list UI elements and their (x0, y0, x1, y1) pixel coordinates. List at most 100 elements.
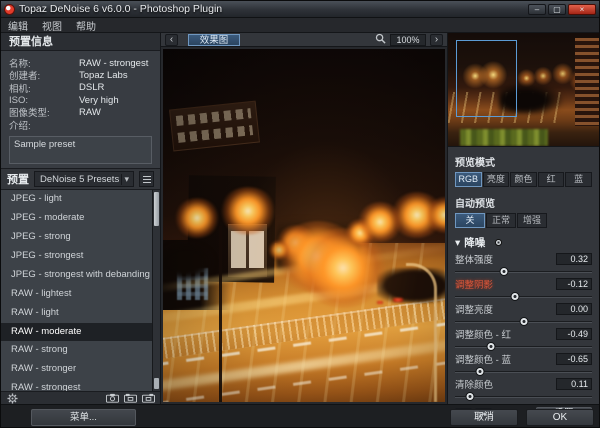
mode-brightness-button[interactable]: 亮度 (483, 172, 510, 187)
zoom-level-field[interactable]: 100% (390, 34, 426, 46)
auto-normal-button[interactable]: 正常 (486, 213, 516, 228)
slider-label: 调整亮度 (455, 302, 556, 316)
preview-mode-label: 预览模式 (455, 154, 592, 169)
slider-knob[interactable] (519, 317, 528, 326)
auto-preview-buttons: 关 正常 增强 (455, 213, 592, 228)
dropdown-value: DeNoise 5 Presets (40, 174, 121, 185)
result-view-tab[interactable]: 效果图 (188, 34, 240, 46)
preset-item[interactable]: JPEG - moderate (1, 209, 160, 228)
slider-track[interactable] (455, 371, 592, 373)
menu-bar: 编辑 视图 帮助 (1, 18, 599, 33)
preset-item[interactable]: JPEG - strong (1, 228, 160, 247)
preset-item-selected[interactable]: RAW - moderate (1, 323, 160, 342)
slider-adjust-color-red: 调整颜色 - 红-0.49 (455, 327, 592, 352)
preset-description-box[interactable]: Sample preset (9, 136, 152, 164)
slider-remove-color: 清除颜色0.11 (455, 377, 592, 402)
mode-color-button[interactable]: 颜色 (510, 172, 537, 187)
close-button[interactable]: × (568, 4, 596, 15)
preset-toolbar (1, 391, 160, 404)
navigator-thumbnail[interactable] (448, 33, 599, 147)
slider-value[interactable]: 0.11 (556, 378, 592, 390)
field-name-value: RAW - strongest (79, 58, 148, 69)
auto-preview-label: 自动预览 (455, 195, 592, 210)
slider-adjust-color-blue: 调整颜色 - 蓝-0.65 (455, 352, 592, 377)
preview-image[interactable] (163, 49, 445, 402)
slider-knob[interactable] (500, 267, 509, 276)
atmosphere-haze (163, 49, 445, 402)
preset-panel: 预置信息 名称:RAW - strongest 创建者:Topaz Labs 相… (1, 33, 161, 404)
slider-track[interactable] (455, 271, 592, 273)
mode-blue-button[interactable]: 蓝 (565, 172, 592, 187)
slider-value[interactable]: 0.00 (556, 303, 592, 315)
magnifier-icon (375, 31, 386, 49)
preset-selector-row: 预置 DeNoise 5 Presets ▾ (1, 168, 160, 189)
auto-enhanced-button[interactable]: 增强 (517, 213, 547, 228)
scrollbar-thumb[interactable] (154, 192, 159, 226)
slider-knob[interactable] (511, 292, 520, 301)
menu-button[interactable]: 菜单... (31, 409, 136, 426)
field-creator-value: Topaz Labs (79, 70, 128, 81)
mini-slider-knob (495, 239, 502, 246)
slider-adjust-brightness: 调整亮度0.00 (455, 302, 592, 327)
title-bar: Topaz DeNoise 6 v6.0.0 - Photoshop Plugi… (1, 1, 599, 18)
slider-knob[interactable] (466, 392, 475, 401)
load-snapshot-icon[interactable] (141, 393, 156, 404)
field-iso-label: ISO: (9, 95, 79, 106)
menu-edit[interactable]: 编辑 (8, 18, 28, 33)
preset-info: 名称:RAW - strongest 创建者:Topaz Labs 相机:DSL… (1, 51, 160, 133)
noise-reduction-section-header[interactable]: ▾ 降噪 (455, 235, 592, 250)
field-camera-value: DSLR (79, 82, 104, 93)
forward-icon[interactable]: › (430, 34, 443, 46)
navigator-building (575, 38, 599, 126)
presets-label: 预置 (7, 171, 29, 187)
preset-item[interactable]: JPEG - strongest (1, 247, 160, 266)
back-icon[interactable]: ‹ (165, 34, 178, 46)
slider-knob[interactable] (486, 342, 495, 351)
section-collapse-arrow[interactable]: ▾ (455, 237, 460, 249)
navigator-bushes (460, 129, 548, 146)
preset-item[interactable]: RAW - lightest (1, 285, 160, 304)
menu-help[interactable]: 帮助 (76, 18, 96, 33)
field-camera-label: 相机: (9, 81, 79, 95)
menu-view[interactable]: 视图 (42, 18, 62, 33)
auto-off-button[interactable]: 关 (455, 213, 485, 228)
slider-track[interactable] (455, 396, 592, 398)
slider-knob[interactable] (475, 367, 484, 376)
slider-value[interactable]: -0.65 (556, 353, 592, 365)
slider-value[interactable]: -0.12 (556, 278, 592, 290)
preview-toolbar: ‹ 效果图 100% › (161, 33, 447, 47)
maximize-button[interactable]: ▢ (548, 4, 566, 15)
snapshot-camera-icon[interactable] (105, 393, 120, 404)
preset-item[interactable]: JPEG - strongest with debanding (1, 266, 160, 285)
navigator-view-rectangle[interactable] (456, 40, 518, 117)
preset-item[interactable]: JPEG - light (1, 190, 160, 209)
minimize-button[interactable]: – (528, 4, 546, 15)
adjustments-panel: 预览模式 RGB 亮度 颜色 红 蓝 自动预览 关 正常 增强 ▾ 降噪 (447, 33, 599, 404)
slider-label: 清除颜色 (455, 377, 556, 391)
slider-value[interactable]: -0.49 (556, 328, 592, 340)
preset-item[interactable]: RAW - stronger (1, 360, 160, 379)
mode-rgb-button[interactable]: RGB (455, 172, 482, 187)
preset-item[interactable]: RAW - strong (1, 341, 160, 360)
slider-track[interactable] (455, 296, 592, 298)
slider-value[interactable]: 0.32 (556, 253, 592, 265)
preset-list-scrollbar[interactable] (152, 190, 160, 391)
preset-info-header: 预置信息 (1, 33, 160, 51)
preview-mode-buttons: RGB 亮度 颜色 红 蓝 (455, 172, 592, 187)
slider-label: 调整阴影 (455, 277, 556, 291)
preset-item[interactable]: RAW - light (1, 304, 160, 323)
ok-button[interactable]: OK (526, 409, 594, 426)
gear-icon[interactable] (5, 393, 20, 404)
preset-list: JPEG - light JPEG - moderate JPEG - stro… (1, 189, 160, 391)
slider-label: 调整颜色 - 红 (455, 327, 556, 341)
save-snapshot-icon[interactable] (123, 393, 138, 404)
slider-track[interactable] (455, 346, 592, 348)
preset-menu-button[interactable] (139, 171, 154, 187)
section-title: 降噪 (464, 235, 485, 250)
scrollbar-down-button[interactable] (154, 378, 159, 389)
preset-item[interactable]: RAW - strongest (1, 379, 160, 391)
app-logo-icon (4, 4, 15, 15)
preset-collection-dropdown[interactable]: DeNoise 5 Presets ▾ (34, 171, 134, 187)
slider-track[interactable] (455, 321, 592, 323)
mode-red-button[interactable]: 红 (538, 172, 565, 187)
